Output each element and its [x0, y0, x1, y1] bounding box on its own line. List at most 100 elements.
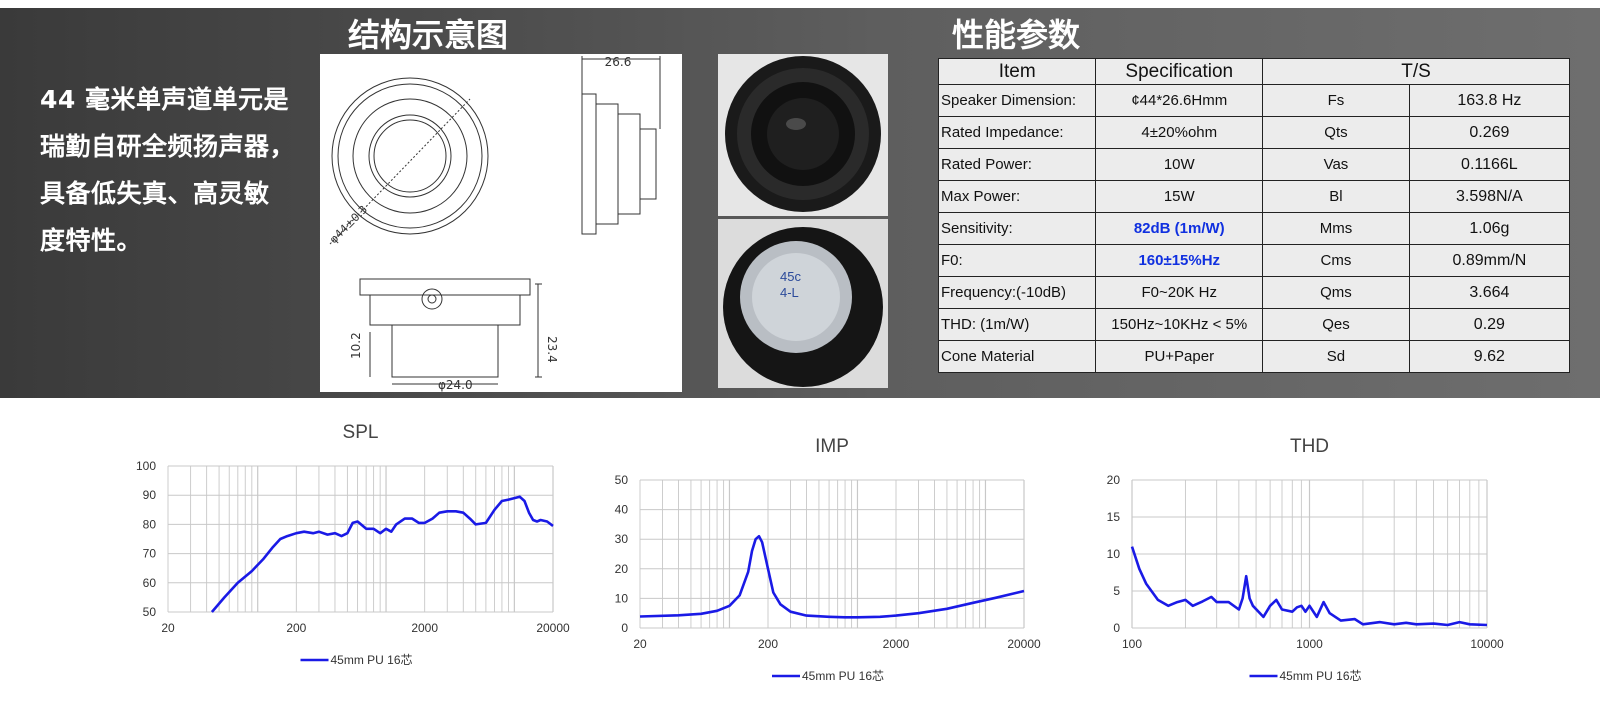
front-cone [368, 114, 452, 198]
row-value: 163.8 Hz [1408, 84, 1571, 117]
imp-chart: IMP 0 10 20 30 40 50 20 200 2000 20000 45mm PU 16芯 [600, 432, 1070, 706]
y-tick-label: 50 [143, 605, 157, 619]
series-line [639, 534, 1025, 619]
x-tick-label: 20 [161, 621, 175, 635]
intro-line: 具备低失真、高灵敏 [40, 179, 270, 208]
top-strip [0, 0, 1600, 8]
row-item: Rated Power: [937, 148, 1097, 181]
row-spec: F0~20K Hz [1095, 276, 1264, 309]
row-param: Cms [1262, 244, 1410, 277]
x-tick-label: 20000 [536, 621, 570, 635]
x-tick-label: 2000 [411, 621, 438, 635]
row-param: Sd [1262, 340, 1410, 373]
row-item: THD: (1m/W) [937, 308, 1097, 341]
row-spec: 160±15%Hz [1095, 244, 1264, 277]
row-spec: 15W [1095, 180, 1264, 213]
row-item: Frequency:(-10dB) [937, 276, 1097, 309]
y-tick-label: 5 [1113, 584, 1120, 598]
y-tick-label: 0 [621, 621, 628, 635]
structure-drawing: 26.6 φ44±0.3 23.4 10.2 φ24.0 [320, 54, 682, 392]
photo-handwriting: 45c 4-L [780, 269, 801, 300]
y-tick-label: 20 [1107, 473, 1121, 487]
row-spec: 4±20%ohm [1095, 116, 1264, 149]
x-tick-label: 10000 [1470, 637, 1504, 651]
row-param: Qts [1262, 116, 1410, 149]
row-value: 3.598N/A [1408, 180, 1571, 213]
y-tick-label: 15 [1107, 510, 1121, 524]
legend-label: 45mm PU 16芯 [331, 653, 413, 667]
spec-table: Item Specification T/S Speaker Dimension… [937, 58, 1571, 373]
row-param: Qms [1262, 276, 1410, 309]
intro-line: 瑞勤自研全频扬声器， [40, 132, 296, 161]
x-tick-label: 100 [1122, 637, 1142, 651]
chart-title: IMP [815, 436, 849, 457]
table-row: Rated Impedance: 4±20%ohm Qts 0.269 [937, 116, 1571, 149]
table-row: Cone Material PU+Paper Sd 9.62 [937, 340, 1571, 373]
intro-text: 44 毫米单声道单元是 瑞勤自研全频扬声器， 具备低失真、高灵敏 度特性。 [40, 76, 310, 264]
row-value: 0.1166L [1408, 148, 1571, 181]
front-surround [352, 98, 468, 214]
row-item: Rated Impedance: [937, 116, 1097, 149]
y-tick-label: 90 [143, 488, 157, 502]
diameter-dimension: φ44±0.3 [327, 203, 370, 246]
spl-chart: SPL 50 60 70 80 90 100 20 200 2000 20000 45mm PU 16… [120, 420, 590, 694]
legend-label: 45mm PU 16芯 [1280, 669, 1362, 683]
row-item: Speaker Dimension: [937, 84, 1097, 117]
speaker-photo-front [718, 54, 888, 216]
table-row: F0: 160±15%Hz Cms 0.89mm/N [937, 244, 1571, 277]
table-row: Rated Power: 10W Vas 0.1166L [937, 148, 1571, 181]
row-item: Max Power: [937, 180, 1097, 213]
chart-title: SPL [343, 422, 379, 443]
thd-chart: THD 0 5 10 15 20 100 1000 10000 45mm PU 16芯 [1100, 432, 1570, 706]
row-value: 0.29 [1408, 308, 1571, 341]
front-dust-cap [373, 119, 447, 193]
y-tick-label: 10 [1107, 547, 1121, 561]
y-tick-label: 30 [615, 532, 629, 546]
row-spec: PU+Paper [1095, 340, 1264, 373]
y-tick-label: 20 [615, 562, 629, 576]
x-tick-label: 20000 [1007, 637, 1041, 651]
chart-title: THD [1290, 436, 1329, 457]
x-tick-label: 200 [758, 637, 778, 651]
y-tick-label: 0 [1113, 621, 1120, 635]
row-item: Cone Material [937, 340, 1097, 373]
header-ts: T/S [1262, 58, 1570, 85]
thd-chart-svg: THD 0 5 10 15 20 100 1000 10000 45mm PU 16芯 [1107, 436, 1504, 683]
spl-chart-svg: SPL 50 60 70 80 90 100 20 200 2000 20000 45mm PU 16… [136, 422, 570, 667]
intro-line: 度特性。 [40, 226, 143, 255]
magnet-diameter-dimension: φ24.0 [438, 378, 473, 392]
imp-chart-svg: IMP 0 10 20 30 40 50 20 200 2000 20000 45mm PU 16芯 [615, 436, 1041, 683]
photo-handwriting-line: 45c [780, 269, 801, 284]
height-dimension: 23.4 [545, 336, 559, 363]
row-param: Fs [1262, 84, 1410, 117]
row-item: Sensitivity: [937, 212, 1097, 245]
y-tick-label: 80 [143, 517, 157, 531]
table-row: Max Power: 15W Bl 3.598N/A [937, 180, 1571, 213]
x-tick-label: 20 [633, 637, 647, 651]
row-param: Bl [1262, 180, 1410, 213]
row-spec: 10W [1095, 148, 1264, 181]
x-tick-label: 2000 [883, 637, 910, 651]
row-value: 0.89mm/N [1408, 244, 1571, 277]
table-row: THD: (1m/W) 150Hz~10KHz < 5% Qes 0.29 [937, 308, 1571, 341]
row-spec: ¢44*26.6Hmm [1095, 84, 1264, 117]
row-value: 0.269 [1408, 116, 1571, 149]
row-spec: 82dB (1m/W) [1095, 212, 1264, 245]
row-param: Qes [1262, 308, 1410, 341]
table-header: Item Specification T/S [937, 58, 1570, 85]
row-value: 3.664 [1408, 276, 1571, 309]
row-spec: 150Hz~10KHz < 5% [1095, 308, 1264, 341]
y-tick-label: 40 [615, 503, 629, 517]
x-tick-label: 200 [286, 621, 306, 635]
y-tick-label: 70 [143, 547, 157, 561]
header-specification: Specification [1095, 58, 1264, 85]
header-item: Item [937, 58, 1097, 85]
performance-title: 性能参数 [952, 16, 1081, 54]
speaker-photo-back: 45c 4-L [718, 219, 888, 388]
row-value: 9.62 [1408, 340, 1571, 373]
legend-label: 45mm PU 16芯 [802, 669, 884, 683]
table-row: Speaker Dimension: ¢44*26.6Hmm Fs 163.8 … [937, 84, 1571, 117]
y-tick-label: 50 [615, 473, 629, 487]
x-tick-label: 1000 [1296, 637, 1323, 651]
speaker-drawing: 26.6 φ44±0.3 23.4 10.2 φ24.0 [327, 55, 661, 392]
